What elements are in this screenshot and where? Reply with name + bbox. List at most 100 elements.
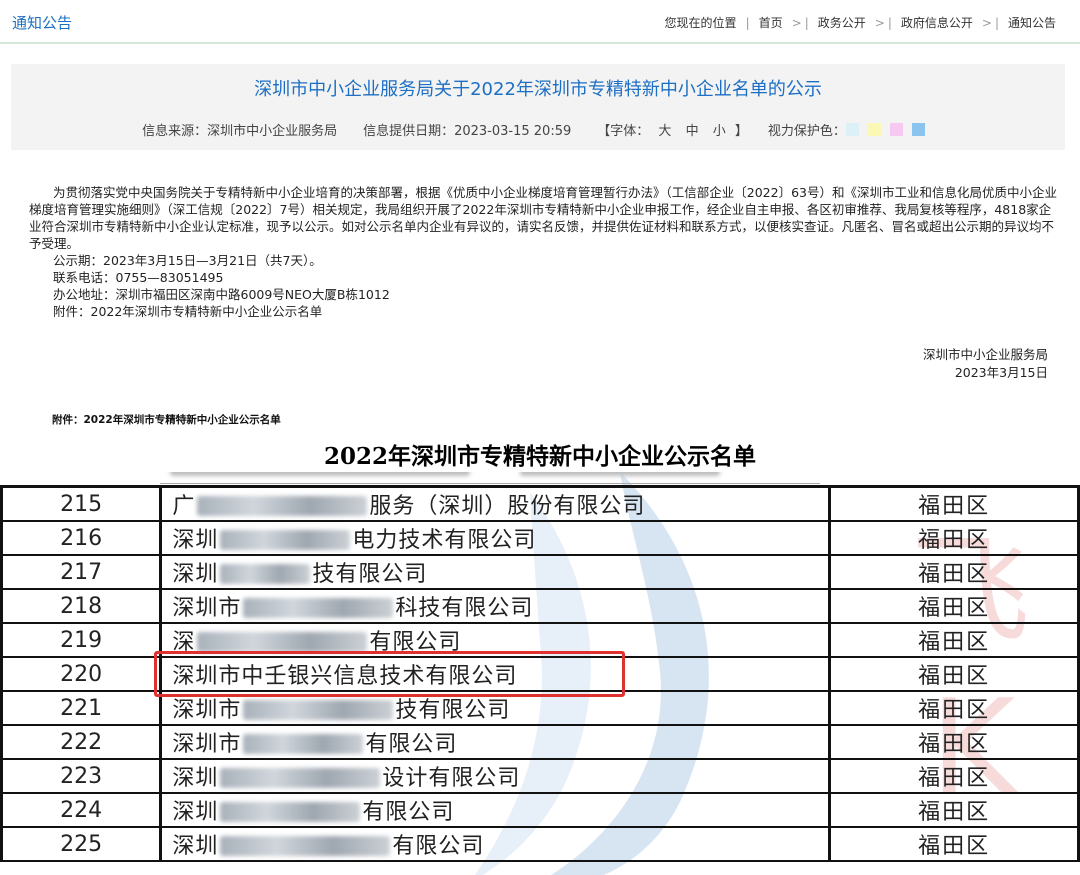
company-name-prefix: 深 [172, 630, 196, 655]
top-bar: 通知公告 您现在的位置 | 首页 > | 政务公开 > | 政府信息公开 > |… [0, 0, 1080, 44]
row-number: 215 [0, 485, 163, 522]
district: 福田区 [828, 690, 1080, 726]
table-row: 223 深圳 设计有限公司 福田区 [0, 758, 1080, 794]
section-title: 通知公告 [12, 14, 73, 32]
company-name-prefix: 深圳 [172, 766, 219, 791]
district: 福田区 [828, 656, 1080, 692]
company-name-prefix: 深圳 [172, 834, 219, 859]
eye-color-swatch-2[interactable] [867, 123, 881, 136]
signoff: 深圳市中小企业服务局 2023年3月15日 [923, 346, 1048, 382]
office-address: 办公地址：深圳市福田区深南中路6009号NEO大厦B栋1012 [53, 287, 390, 302]
article-title: 深圳市中小企业服务局关于2022年深圳市专精特新中小企业名单的公示 [254, 79, 822, 100]
company-name-prefix: 深圳市中壬银兴信息技术有限公司 [172, 664, 518, 689]
table-row: 217 深圳 技有限公司 福田区 [0, 554, 1080, 590]
company-name: 广 服务（深圳）股份有限公司 [159, 485, 832, 522]
list-title: 2022年深圳市专精特新中小企业公示名单 [323, 443, 756, 470]
eye-color-swatch-4[interactable] [911, 123, 925, 136]
district: 福田区 [828, 792, 1080, 828]
breadcrumb-separator: | [804, 15, 809, 30]
company-name-prefix: 深圳 [172, 528, 219, 553]
notice-period: 公示期：2023年3月15日—3月21日（共7天）。 [53, 253, 322, 268]
redacted-text [220, 530, 351, 550]
breadcrumb-notices[interactable]: 通知公告 [1008, 14, 1056, 31]
company-name: 深圳市 科技有限公司 [159, 588, 832, 624]
company-name-suffix: 技有限公司 [312, 562, 428, 587]
company-name-suffix: 有限公司 [369, 630, 462, 655]
company-name-suffix: 设计有限公司 [382, 766, 521, 791]
company-name: 深圳 有限公司 [159, 826, 832, 862]
breadcrumb: 您现在的位置 | 首页 > | 政务公开 > | 政府信息公开 > | 通知公告 [665, 14, 1056, 31]
company-name-prefix: 深圳市 [172, 698, 242, 723]
company-name: 深圳 电力技术有限公司 [159, 520, 832, 556]
font-medium-button[interactable]: 中 [686, 124, 699, 139]
row-number: 225 [0, 826, 163, 862]
breadcrumb-gov-info[interactable]: 政府信息公开 [901, 14, 973, 31]
row-number: 223 [0, 758, 163, 794]
redacted-text [197, 496, 368, 516]
company-name: 深圳 技有限公司 [159, 554, 832, 590]
redacted-text [220, 768, 381, 788]
redacted-text [243, 598, 394, 618]
district: 福田区 [828, 826, 1080, 862]
company-name-prefix: 深圳 [172, 562, 219, 587]
article-body: 为贯彻落实党中央国务院关于专精特新中小企业培育的决策部署，根据《优质中小企业梯度… [29, 184, 1059, 320]
company-name-prefix: 广 [172, 494, 196, 519]
table-row: 224 深圳 有限公司 福田区 [0, 792, 1080, 828]
font-label-close: 】 [734, 124, 748, 139]
company-name-suffix: 有限公司 [392, 834, 485, 859]
row-number: 220 [0, 656, 163, 692]
company-name-suffix: 电力技术有限公司 [352, 528, 537, 553]
eye-color-swatch-1[interactable] [845, 123, 859, 136]
company-name-prefix: 深圳市 [172, 596, 242, 621]
company-name-suffix: 服务（深圳）股份有限公司 [369, 494, 646, 519]
company-name-prefix: 深圳 [172, 800, 219, 825]
breadcrumb-separator: > [874, 15, 885, 30]
breadcrumb-gov-open[interactable]: 政务公开 [818, 14, 866, 31]
font-size-control: 【字体： 大 中 小 】 [597, 120, 748, 139]
table-row: 222 深圳市 有限公司 福田区 [0, 724, 1080, 760]
company-name: 深 有限公司 [159, 622, 832, 658]
redacted-text [220, 836, 391, 856]
eye-color-swatch-3[interactable] [889, 123, 903, 136]
table-row: 225 深圳 有限公司 福田区 [0, 826, 1080, 862]
row-number: 221 [0, 690, 163, 726]
table-row: 215 广 服务（深圳）股份有限公司 福田区 [0, 485, 1080, 522]
company-name: 深圳市中壬银兴信息技术有限公司 [159, 656, 832, 692]
table-row: 221 深圳市 技有限公司 福田区 [0, 690, 1080, 726]
notice-list-image: 飞 K 215 广服务（深圳）股份有限公司 福田区 216 深圳 电力技术有限公司 福田区 2… [0, 472, 1080, 875]
table-row: 218 深圳市 科技有限公司 福田区 [0, 588, 1080, 624]
signoff-org: 深圳市中小企业服务局 [922, 347, 1048, 362]
district: 福田区 [828, 554, 1080, 590]
row-number: 216 [0, 520, 163, 556]
breadcrumb-separator: > [981, 15, 992, 30]
district: 福田区 [828, 758, 1080, 794]
row-number: 219 [0, 622, 163, 658]
redacted-text [243, 700, 394, 720]
font-large-button[interactable]: 大 [658, 124, 671, 139]
font-small-button[interactable]: 小 [713, 124, 726, 139]
table-row: 220 深圳市中壬银兴信息技术有限公司 福田区 [0, 656, 1080, 692]
location-label: 您现在的位置 [664, 16, 737, 30]
company-name: 深圳 有限公司 [159, 792, 832, 828]
redacted-text [243, 734, 364, 754]
district: 福田区 [828, 520, 1080, 556]
signoff-date: 2023年3月15日 [954, 365, 1048, 380]
row-number: 217 [0, 554, 163, 590]
breadcrumb-separator: | [887, 15, 892, 30]
info-source: 信息来源：深圳市中小企业服务局 [142, 124, 338, 139]
company-name: 深圳市 技有限公司 [159, 690, 832, 726]
company-name-suffix: 有限公司 [362, 800, 455, 825]
district: 福田区 [828, 622, 1080, 658]
row-number: 222 [0, 724, 163, 760]
font-label: 【字体： [597, 124, 650, 139]
redacted-text [220, 802, 361, 822]
eye-protect-label: 视力保护色： [767, 124, 846, 139]
row-number: 218 [0, 588, 163, 624]
attachment-line: 附件：2022年深圳市专精特新中小企业公示名单 [53, 304, 323, 319]
cropped-row [160, 472, 820, 484]
contact-phone: 联系电话：0755—83051495 [53, 270, 224, 285]
company-name-prefix: 深圳市 [172, 732, 242, 757]
redacted-text [197, 632, 368, 652]
company-table: 215 广服务（深圳）股份有限公司 福田区 216 深圳 电力技术有限公司 福田区 217 深圳… [0, 485, 1080, 862]
breadcrumb-home[interactable]: 首页 [759, 14, 783, 31]
